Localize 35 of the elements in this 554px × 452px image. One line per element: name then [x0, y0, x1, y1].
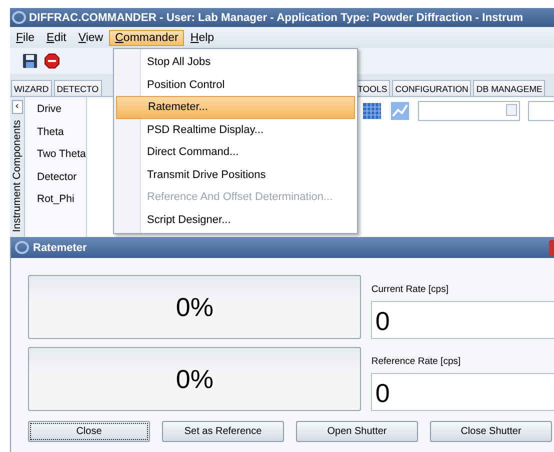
list-item[interactable]: Detector [37, 170, 86, 182]
dialog-button[interactable]: Open Shutter [296, 421, 418, 442]
dialog-button[interactable]: Set as Reference [162, 421, 284, 442]
field-label: Current Rate [cps] [371, 284, 450, 295]
collapse-button[interactable]: ‹ [12, 100, 22, 114]
tab[interactable]: CONFIGURATION [392, 80, 472, 96]
tab[interactable]: DB MANAGEME [473, 80, 546, 96]
menu-item[interactable]: Ratemeter... [116, 96, 355, 118]
dialog-button[interactable]: Close [28, 421, 150, 442]
list-item[interactable]: Two Theta [37, 148, 86, 160]
menu-item[interactable]: Stop All Jobs [116, 51, 355, 74]
window-title: DIFFRAC.COMMANDER - User: Lab Manager - Application Type: Powder Diffraction - Instrum [29, 12, 524, 24]
percent-reading: 0% [176, 364, 214, 394]
field-label: Reference Rate [cps] [371, 356, 462, 367]
tab[interactable]: DETECTO [54, 80, 102, 96]
menu-item[interactable]: Position Control [116, 74, 355, 96]
menu-item[interactable]: View [72, 30, 110, 46]
menu-item[interactable]: Direct Command... [116, 141, 355, 164]
list-item[interactable]: Drive [37, 103, 86, 115]
panel-tab[interactable]: Instrument Components [11, 120, 23, 232]
menu-item[interactable]: Script Designer... [116, 208, 355, 231]
tab[interactable]: WIZARD [11, 80, 52, 96]
dialog-button[interactable]: Close Shutter [430, 421, 552, 442]
menu-item[interactable]: PSD Realtime Display... [116, 118, 355, 141]
percent-reading: 0% [176, 292, 214, 322]
menu-item[interactable]: Edit [40, 30, 72, 46]
list-item[interactable]: Theta [37, 126, 86, 138]
menu-item[interactable]: Transmit Drive Positions [116, 164, 355, 186]
menu-item[interactable]: File [10, 30, 41, 46]
dialog-title: Ratemeter [33, 242, 87, 254]
menu-item[interactable]: Commander [109, 30, 184, 46]
list-item[interactable]: Rot_Phi [37, 193, 86, 205]
rate-field: 0 [371, 301, 554, 339]
rate-field: 0 [371, 373, 554, 411]
menu-item[interactable]: Help [184, 30, 220, 46]
